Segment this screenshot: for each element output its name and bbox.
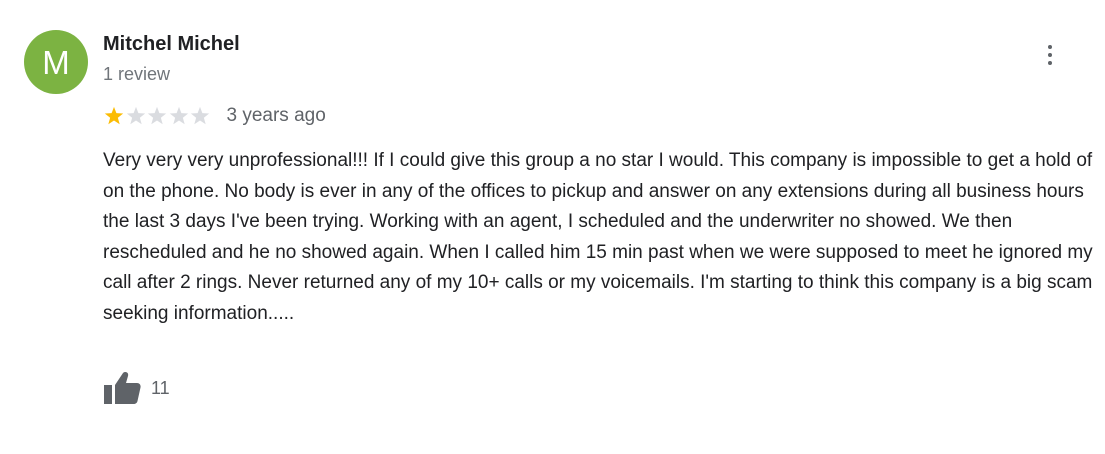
star-empty-icon (169, 106, 188, 125)
more-vert-icon-dot (1048, 61, 1052, 65)
star-empty-icon (147, 106, 167, 125)
avatar-initial: M (42, 43, 70, 81)
review-date: 3 years ago (226, 105, 326, 126)
star-empty-icon (126, 106, 145, 125)
thumb-up-icon (104, 372, 141, 404)
more-vert-icon (1048, 45, 1052, 49)
like-row: 11 (103, 370, 170, 406)
star-filled-icon (104, 106, 124, 125)
reviewer-name[interactable]: Mitchel Michel (103, 33, 240, 56)
rating-row: 3 years ago (103, 104, 326, 128)
star-empty-icon (190, 106, 210, 125)
more-options-button[interactable] (1038, 40, 1062, 70)
like-count: 11 (151, 377, 170, 398)
like-button[interactable] (103, 370, 143, 406)
more-vert-icon-dot (1048, 53, 1052, 57)
reviewer-review-count[interactable]: 1 review (103, 64, 170, 85)
review-text: Very very very unprofessional!!! If I co… (103, 150, 1093, 324)
star-rating (103, 105, 211, 127)
avatar[interactable]: M (24, 30, 88, 94)
